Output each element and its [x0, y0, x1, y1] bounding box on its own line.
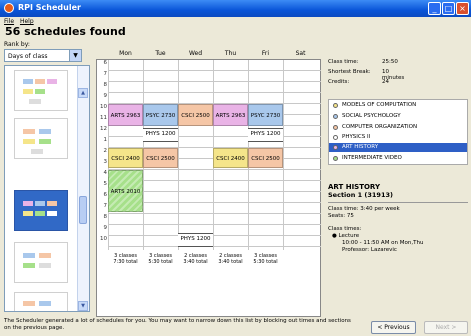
- hour-label: 9: [103, 225, 108, 231]
- hour-label: 7: [103, 71, 108, 77]
- rank-label: Rank by:: [4, 41, 30, 48]
- day-header-mon: Mon: [119, 50, 132, 57]
- calendar-grid: Mon Tue Wed Thu Fri Sat 6 7 8 9 10 11 12…: [96, 50, 321, 317]
- scroll-up-icon[interactable]: ▲: [78, 88, 88, 98]
- course-item[interactable]: COMPUTER ORGANIZATION: [329, 123, 467, 132]
- class-block[interactable]: ARTS 2963: [213, 104, 248, 126]
- class-block[interactable]: PSYC 2730: [143, 104, 178, 126]
- course-item[interactable]: PHYSICS II: [329, 133, 467, 142]
- hour-label: 1: [103, 137, 108, 143]
- day-total: 2 classes 3:40 total: [183, 253, 208, 265]
- class-time-value: 25:50: [382, 59, 398, 65]
- detail-class-time: Class time: 3:40 per week: [328, 206, 400, 212]
- course-color-icon: [333, 135, 338, 140]
- class-block[interactable]: PHYS 1200: [178, 233, 213, 247]
- shortest-break-label: Shortest Break:: [328, 69, 371, 75]
- course-list[interactable]: MODELS OF COMPUTATION SOCIAL PSYCHOLOGY …: [328, 99, 468, 165]
- detail-class-times-label: Class times:: [328, 226, 362, 232]
- hour-label: 2: [103, 148, 108, 154]
- page-title: 56 schedules found: [5, 25, 126, 38]
- previous-button[interactable]: < Previous: [371, 321, 416, 334]
- credits-value: 24: [382, 79, 389, 85]
- schedule-thumbnail-list[interactable]: ▲ ▼: [4, 65, 90, 312]
- class-block[interactable]: CSCI 2400: [213, 148, 248, 168]
- detail-title: ART HISTORY: [328, 183, 381, 191]
- scrollbar-thumb[interactable]: [79, 196, 87, 224]
- close-button[interactable]: ×: [456, 2, 469, 15]
- detail-seats: Seats: 75: [328, 213, 354, 219]
- hour-label: 8: [103, 214, 108, 220]
- menu-help[interactable]: Help: [20, 18, 34, 25]
- day-header-wed: Wed: [188, 50, 203, 57]
- hour-label: 9: [103, 93, 108, 99]
- course-color-icon: [333, 156, 338, 161]
- class-block[interactable]: PHYS 1200: [143, 128, 178, 142]
- schedule-thumbnail[interactable]: [14, 70, 68, 111]
- app-icon: [4, 3, 14, 13]
- course-color-icon: [333, 125, 338, 130]
- course-item-selected[interactable]: ART HISTORY: [329, 143, 467, 152]
- hour-label: 11: [100, 115, 107, 121]
- hour-label: 12: [100, 126, 107, 132]
- schedule-thumbnail[interactable]: [14, 242, 68, 283]
- day-header-sat: Sat: [295, 50, 306, 57]
- menu-file[interactable]: File: [4, 18, 14, 25]
- day-total: 3 classes 7:30 total: [113, 253, 138, 265]
- course-item[interactable]: MODELS OF COMPUTATION: [329, 101, 467, 110]
- hour-label: 6: [103, 192, 108, 198]
- day-total: 2 classes 3:40 total: [218, 253, 243, 265]
- detail-section: Section 1 (31913): [328, 191, 393, 199]
- rank-selected: Days of class: [8, 53, 48, 60]
- title-bar: RPI Scheduler _ □ ×: [0, 0, 471, 17]
- course-color-icon: [333, 114, 338, 119]
- detail-time: 10:00 - 11:50 AM on Mon,Thu: [342, 240, 424, 246]
- day-header-fri: Fri: [261, 50, 270, 57]
- class-block[interactable]: CSCI 2500: [143, 148, 178, 168]
- class-block[interactable]: ARTS 2963: [108, 104, 143, 126]
- detail-lecture: ● Lecture: [332, 233, 360, 239]
- bullet-icon: ●: [332, 233, 337, 239]
- schedule-thumbnail[interactable]: [14, 292, 68, 311]
- class-block[interactable]: PSYC 2730: [248, 104, 283, 126]
- hour-label: 10: [100, 104, 107, 110]
- class-time-label: Class time:: [328, 59, 359, 65]
- course-detail: ART HISTORY Section 1 (31913) Class time…: [328, 183, 468, 254]
- hour-label: 8: [103, 82, 108, 88]
- class-block[interactable]: CSCI 2400: [108, 148, 143, 168]
- course-color-icon: [333, 145, 338, 150]
- class-block[interactable]: CSCI 2500: [248, 148, 283, 168]
- course-item[interactable]: SOCIAL PSYCHOLOGY: [329, 112, 467, 121]
- minimize-button[interactable]: _: [428, 2, 441, 15]
- scroll-down-icon[interactable]: ▼: [78, 301, 88, 311]
- hour-label: 7: [103, 203, 108, 209]
- hour-label: 3: [103, 159, 108, 165]
- day-header-tue: Tue: [155, 50, 166, 57]
- hour-label: 10: [100, 236, 107, 242]
- detail-professor: Professor: Lazarevic: [342, 247, 397, 253]
- course-item[interactable]: INTERMEDIATE VIDEO: [329, 154, 467, 163]
- class-block[interactable]: ARTS 2010: [108, 170, 143, 212]
- footer-hint: The Scheduler generated a lot of schedul…: [4, 318, 351, 331]
- credits-label: Credits:: [328, 79, 350, 85]
- maximize-button[interactable]: □: [442, 2, 455, 15]
- day-total: 3 classes 5:30 total: [148, 253, 173, 265]
- hour-label: 5: [103, 181, 108, 187]
- next-button[interactable]: Next >: [424, 321, 468, 334]
- day-total: 3 classes 5:30 total: [253, 253, 278, 265]
- class-block[interactable]: CSCI 2500: [178, 104, 213, 126]
- class-block[interactable]: PHYS 1200: [248, 128, 283, 142]
- day-header-thu: Thu: [224, 50, 237, 57]
- thumbnail-scrollbar[interactable]: ▲ ▼: [77, 66, 89, 311]
- chevron-down-icon[interactable]: ▼: [69, 50, 81, 61]
- hour-label: 6: [103, 60, 108, 66]
- schedule-thumbnail-selected[interactable]: [14, 190, 68, 231]
- rank-dropdown[interactable]: Days of class ▼: [4, 49, 82, 62]
- schedule-thumbnail[interactable]: [14, 118, 68, 159]
- course-color-icon: [333, 103, 338, 108]
- hour-label: 4: [103, 170, 108, 176]
- window-title: RPI Scheduler: [18, 3, 81, 12]
